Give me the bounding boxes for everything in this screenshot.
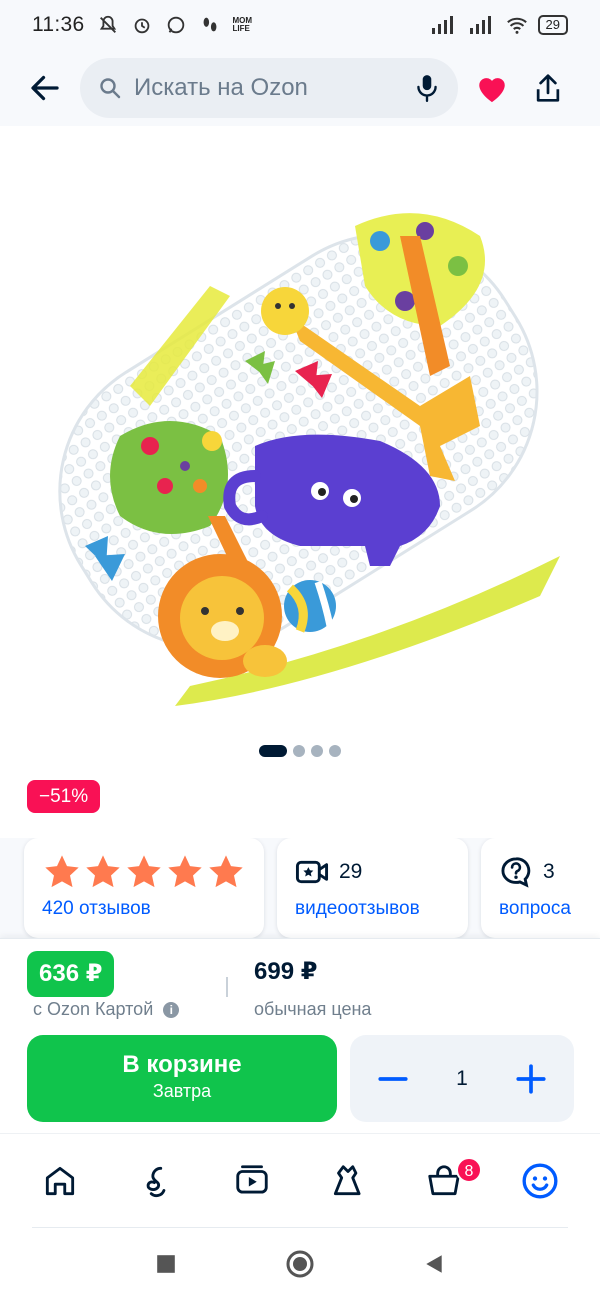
- ozon-card-label: с Ozon Картой: [33, 999, 154, 1019]
- search-placeholder: Искать на Ozon: [134, 74, 308, 101]
- status-icons-right: 29: [430, 14, 568, 36]
- back-button[interactable]: [20, 63, 70, 113]
- battery-indicator: 29: [537, 15, 568, 35]
- video-count: 29: [339, 860, 363, 883]
- rating-card[interactable]: 420 отзывов: [24, 838, 264, 938]
- star-icon: [45, 855, 79, 888]
- favorite-button[interactable]: [464, 60, 520, 116]
- nav-divider: [32, 1227, 568, 1228]
- status-time: 11:36: [32, 13, 85, 36]
- nav-profile[interactable]: [510, 1151, 570, 1211]
- plus-icon[interactable]: [514, 1062, 548, 1096]
- ozon-card-price: 636 ₽: [27, 951, 115, 997]
- signal-icon: [431, 16, 453, 34]
- pagination-dot-active[interactable]: [259, 745, 287, 757]
- status-bar: 11:36 MOM LIFE 29: [0, 0, 600, 50]
- nav-catalog[interactable]: [126, 1151, 186, 1211]
- video-reviews-link[interactable]: видеоотзывов: [295, 898, 450, 920]
- in-cart-label: В корзине: [122, 1051, 242, 1078]
- nav-video[interactable]: [222, 1151, 282, 1211]
- stats-cards: 420 отзывов 29 видеоотзывов 3 вопроса: [0, 838, 600, 938]
- pagination-dot[interactable]: [311, 745, 323, 757]
- pagination-dot[interactable]: [293, 745, 305, 757]
- fashion-icon: [333, 1165, 361, 1196]
- price-divider: [226, 977, 228, 997]
- video-icon: [236, 1165, 268, 1194]
- home-icon: [45, 1166, 75, 1196]
- cart-count-badge: 8: [456, 1157, 482, 1183]
- search-icon: [100, 78, 121, 99]
- footsteps-icon: [203, 17, 216, 32]
- discount-badge: −51%: [27, 780, 101, 813]
- questions-link[interactable]: вопроса: [499, 898, 600, 920]
- microphone-icon[interactable]: [414, 73, 440, 103]
- ozon-card-label-row: с Ozon Картой i: [33, 999, 180, 1020]
- regular-price: 699 ₽: [254, 958, 318, 985]
- arrow-left-icon: [31, 75, 59, 101]
- alarm-icon: [134, 18, 149, 34]
- rating-stars: [42, 852, 246, 892]
- home-button-icon[interactable]: [285, 1249, 315, 1279]
- regular-price-label: обычная цена: [254, 999, 372, 1019]
- question-bubble-icon: [501, 857, 531, 888]
- bottom-navigation: 8: [0, 1133, 600, 1228]
- bath-mat-illustration: [58, 213, 560, 706]
- questions-count: 3: [543, 860, 555, 883]
- catalog-icon: [146, 1166, 166, 1198]
- share-icon: [536, 74, 560, 102]
- minus-icon[interactable]: [376, 1062, 410, 1096]
- nav-cart[interactable]: 8: [414, 1151, 482, 1211]
- top-header: Искать на Ozon: [0, 50, 600, 126]
- muted-bell-icon: [99, 15, 116, 33]
- reviews-link[interactable]: 420 отзывов: [42, 898, 246, 920]
- back-triangle-icon[interactable]: [423, 1253, 445, 1275]
- video-star-icon: [295, 860, 329, 884]
- star-icon: [168, 855, 202, 888]
- star-icon: [127, 855, 161, 888]
- info-icon[interactable]: i: [163, 1001, 180, 1018]
- questions-card[interactable]: 3 вопроса: [481, 838, 600, 938]
- nav-fashion[interactable]: [318, 1151, 378, 1211]
- wifi-icon: [506, 17, 527, 34]
- nav-home[interactable]: [30, 1151, 90, 1211]
- system-navigation-bar: [0, 1229, 600, 1299]
- profile-icon: [522, 1163, 558, 1199]
- share-button[interactable]: [520, 60, 576, 116]
- whatsapp-icon: [167, 16, 184, 34]
- search-input[interactable]: Искать на Ozon: [80, 58, 458, 118]
- heart-icon: [479, 78, 505, 103]
- recent-apps-icon[interactable]: [155, 1253, 177, 1275]
- price-panel: 636 ₽ с Ozon Картой i 699 ₽ обычная цена…: [0, 938, 600, 1133]
- status-icons-left: MOM LIFE: [97, 14, 253, 36]
- quantity-value: 1: [456, 1066, 468, 1090]
- quantity-stepper: 1: [350, 1035, 574, 1122]
- star-icon: [209, 855, 243, 888]
- delivery-label: Завтра: [152, 1081, 212, 1101]
- gallery-pagination[interactable]: [0, 745, 600, 757]
- in-cart-button[interactable]: В корзине Завтра: [27, 1035, 337, 1122]
- mom-life-icon: MOM LIFE: [232, 16, 253, 33]
- pagination-dot[interactable]: [329, 745, 341, 757]
- product-image[interactable]: [0, 126, 600, 736]
- video-reviews-card[interactable]: 29 видеоотзывов: [277, 838, 468, 938]
- star-icon: [86, 855, 120, 888]
- signal-icon-2: [469, 16, 491, 34]
